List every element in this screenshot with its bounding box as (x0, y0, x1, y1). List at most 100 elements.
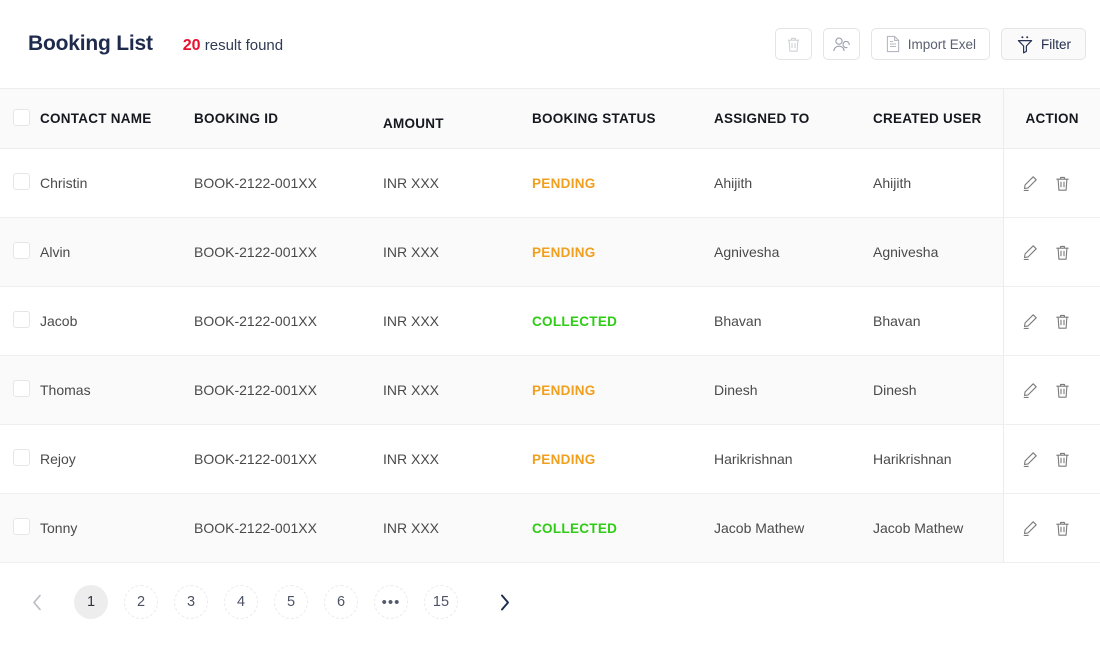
result-label: result found (204, 37, 284, 54)
cell-booking-id: BOOK-2122-001XX (194, 424, 383, 494)
table-header-row: CONTACT NAME BOOKING ID AMOUNT BOOKING S… (0, 88, 1100, 149)
pagination-page-button[interactable]: 15 (424, 585, 458, 619)
assign-user-icon (832, 36, 851, 53)
row-select-cell (0, 217, 40, 287)
cell-created-user: Bhavan (873, 286, 1003, 356)
trash-icon[interactable] (1055, 175, 1070, 192)
trash-icon[interactable] (1055, 244, 1070, 261)
cell-created-user: Ahijith (873, 148, 1003, 218)
cell-amount: INR XXX (383, 217, 532, 287)
cell-assigned-to: Harikrishnan (714, 424, 873, 494)
row-select-cell (0, 148, 40, 218)
cell-action (1002, 286, 1100, 356)
booking-table: CONTACT NAME BOOKING ID AMOUNT BOOKING S… (0, 88, 1100, 563)
table-row[interactable]: Alvin BOOK-2122-001XX INR XXX PENDING Agnive… (0, 217, 1100, 287)
pagination-page-button[interactable]: 3 (174, 585, 208, 619)
table-row[interactable]: Jacob BOOK-2122-001XX INR XXX COLLECTED Bhav… (0, 286, 1100, 356)
row-checkbox[interactable] (13, 518, 30, 535)
row-checkbox[interactable] (13, 242, 30, 259)
pagination-page-button[interactable]: 4 (224, 585, 258, 619)
title-block: Booking List 20 result found (28, 32, 283, 56)
pagination-page-button[interactable]: 2 (124, 585, 158, 619)
cell-assigned-to: Bhavan (714, 286, 873, 356)
status-badge: PENDING (532, 176, 596, 191)
result-count: 20 (182, 37, 201, 54)
status-badge: PENDING (532, 383, 596, 398)
booking-table-container: CONTACT NAME BOOKING ID AMOUNT BOOKING S… (0, 88, 1100, 563)
cell-action (1002, 424, 1100, 494)
trash-icon[interactable] (1055, 451, 1070, 468)
status-badge: PENDING (532, 452, 596, 467)
action-toolbar: Import Exel Filter (774, 28, 1086, 60)
column-booking-id[interactable]: BOOKING ID (194, 88, 383, 149)
cell-booking-status: PENDING (532, 355, 714, 425)
pagination-page-button[interactable]: 1 (74, 585, 108, 619)
import-excel-label: Import Exel (907, 36, 976, 52)
column-contact-name[interactable]: CONTACT NAME (40, 88, 194, 149)
assign-user-button[interactable] (822, 28, 860, 60)
cell-booking-id: BOOK-2122-001XX (194, 286, 383, 356)
trash-icon[interactable] (1055, 520, 1070, 537)
delete-selected-button[interactable] (774, 28, 812, 60)
cell-amount: INR XXX (383, 148, 532, 218)
cell-action (1002, 355, 1100, 425)
table-row[interactable]: Tonny BOOK-2122-001XX INR XXX COLLECTED Jaco… (0, 493, 1100, 563)
filter-label: Filter (1041, 36, 1071, 52)
page-toolbar-region: Booking List 20 result found Import Exel… (0, 0, 1100, 88)
table-row[interactable]: Thomas BOOK-2122-001XX INR XXX PENDING Dines… (0, 355, 1100, 425)
cell-action (1002, 217, 1100, 287)
cell-assigned-to: Jacob Mathew (714, 493, 873, 563)
edit-icon[interactable] (1022, 244, 1038, 261)
cell-booking-status: COLLECTED (532, 286, 714, 356)
pagination-page-button[interactable]: 6 (324, 585, 358, 619)
status-badge: COLLECTED (532, 314, 618, 329)
row-checkbox[interactable] (13, 380, 30, 397)
pagination: 1 2 3 4 5 6 ••• 15 (0, 563, 1100, 641)
cell-amount: INR XXX (383, 493, 532, 563)
column-booking-status[interactable]: BOOKING STATUS (532, 88, 714, 149)
select-all-checkbox[interactable] (13, 108, 30, 126)
cell-amount: INR XXX (383, 355, 532, 425)
result-summary: 20 result found (183, 37, 283, 55)
row-checkbox[interactable] (13, 173, 30, 190)
pagination-page-button[interactable]: 5 (274, 585, 308, 619)
pagination-prev-button[interactable] (22, 585, 52, 619)
cell-booking-status: PENDING (532, 424, 714, 494)
row-action-group (1022, 520, 1100, 537)
edit-icon[interactable] (1022, 382, 1038, 399)
table-row[interactable]: Christin BOOK-2122-001XX INR XXX PENDING Ahi… (0, 148, 1100, 218)
cell-created-user: Dinesh (873, 355, 1003, 425)
column-amount[interactable]: AMOUNT (383, 88, 532, 149)
trash-icon (786, 36, 801, 53)
filter-button[interactable]: Filter (1001, 28, 1086, 60)
table-row[interactable]: Rejoy BOOK-2122-001XX INR XXX PENDING Harikr… (0, 424, 1100, 494)
cell-assigned-to: Ahijith (714, 148, 873, 218)
cell-action (1002, 148, 1100, 218)
cell-created-user: Jacob Mathew (873, 493, 1003, 563)
row-action-group (1022, 244, 1100, 261)
pagination-pages: 1 2 3 4 5 6 ••• 15 (74, 585, 474, 619)
edit-icon[interactable] (1022, 313, 1038, 330)
trash-icon[interactable] (1055, 382, 1070, 399)
edit-icon[interactable] (1022, 175, 1038, 192)
column-created-user[interactable]: CREATED USER (873, 88, 1003, 149)
row-action-group (1022, 382, 1100, 399)
trash-icon[interactable] (1055, 313, 1070, 330)
table-head: CONTACT NAME BOOKING ID AMOUNT BOOKING S… (0, 88, 1100, 149)
cell-assigned-to: Dinesh (714, 355, 873, 425)
pagination-next-button[interactable] (489, 585, 519, 619)
cell-booking-status: PENDING (532, 148, 714, 218)
funnel-icon (1016, 35, 1034, 54)
cell-contact-name: Tonny (40, 493, 194, 563)
cell-contact-name: Thomas (40, 355, 194, 425)
edit-icon[interactable] (1022, 520, 1038, 537)
row-checkbox[interactable] (13, 311, 30, 328)
cell-booking-id: BOOK-2122-001XX (194, 355, 383, 425)
row-checkbox[interactable] (13, 449, 30, 466)
cell-contact-name: Rejoy (40, 424, 194, 494)
import-excel-button[interactable]: Import Exel (870, 28, 990, 60)
pagination-ellipsis: ••• (374, 585, 408, 619)
edit-icon[interactable] (1022, 451, 1038, 468)
column-assigned-to[interactable]: ASSIGNED TO (714, 88, 873, 149)
cell-booking-id: BOOK-2122-001XX (194, 148, 383, 218)
